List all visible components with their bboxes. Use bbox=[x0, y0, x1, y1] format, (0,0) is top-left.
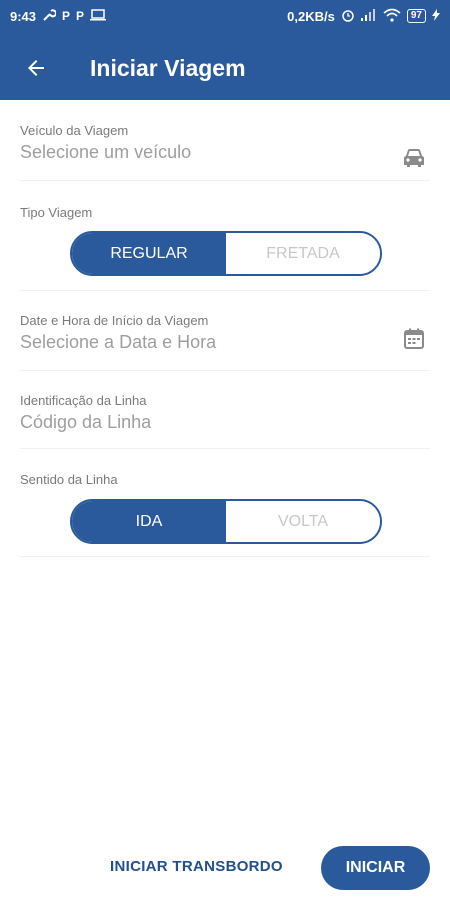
toolbar: Iniciar Viagem bbox=[0, 44, 450, 92]
arrow-back-icon bbox=[28, 60, 44, 76]
status-time: 9:43 bbox=[10, 8, 37, 24]
network-speed: 0,2KB/s bbox=[287, 8, 335, 24]
vehicle-label: Veículo da Viagem bbox=[20, 123, 129, 138]
battery-icon: 97 bbox=[406, 9, 426, 23]
start-button[interactable]: INICIAR bbox=[321, 846, 430, 890]
back-button[interactable] bbox=[12, 44, 60, 92]
parking-icon: P bbox=[62, 9, 71, 23]
line-id-input[interactable]: Código da Linha bbox=[20, 412, 430, 433]
charging-icon bbox=[432, 8, 440, 24]
datetime-label: Date e Hora de Início da Viagem bbox=[20, 313, 209, 328]
wifi-icon bbox=[383, 8, 401, 25]
direction-ida-option[interactable]: IDA bbox=[72, 501, 226, 542]
app-bar: 9:43 P P 0,2KB/s 97 Iniciar Viagem bbox=[0, 0, 450, 100]
line-id-label: Identificação da Linha bbox=[20, 393, 147, 408]
car-icon[interactable] bbox=[402, 147, 426, 174]
calendar-icon[interactable] bbox=[402, 327, 426, 356]
direction-volta-option[interactable]: VOLTA bbox=[226, 501, 380, 542]
start-transfer-button[interactable]: INICIAR TRANSBORDO bbox=[110, 858, 283, 875]
alarm-icon bbox=[341, 8, 355, 25]
wrench-icon bbox=[42, 8, 57, 25]
line-id-field[interactable]: Identificação da Linha Código da Linha bbox=[20, 393, 430, 433]
divider bbox=[20, 556, 430, 557]
status-bar: 9:43 P P 0,2KB/s 97 bbox=[0, 0, 450, 32]
direction-label: Sentido da Linha bbox=[20, 472, 118, 487]
vehicle-field[interactable]: Veículo da Viagem Selecione um veículo bbox=[20, 123, 430, 167]
trip-type-label: Tipo Viagem bbox=[20, 205, 93, 220]
direction-toggle: IDA VOLTA bbox=[70, 499, 382, 544]
datetime-field[interactable]: Date e Hora de Início da Viagem Selecion… bbox=[20, 313, 430, 353]
laptop-icon bbox=[90, 8, 107, 24]
trip-type-toggle: REGULAR FRETADA bbox=[70, 231, 382, 276]
divider bbox=[20, 180, 430, 181]
page-title: Iniciar Viagem bbox=[90, 54, 246, 81]
trip-type-group: Tipo Viagem bbox=[20, 205, 430, 220]
trip-type-regular-option[interactable]: REGULAR bbox=[72, 233, 226, 274]
divider bbox=[20, 370, 430, 371]
divider bbox=[20, 290, 430, 291]
signal-icon bbox=[360, 8, 377, 24]
divider bbox=[20, 448, 430, 449]
vehicle-placeholder[interactable]: Selecione um veículo bbox=[20, 142, 430, 163]
datetime-placeholder[interactable]: Selecione a Data e Hora bbox=[20, 332, 430, 353]
direction-group: Sentido da Linha bbox=[20, 472, 430, 487]
trip-type-fretada-option[interactable]: FRETADA bbox=[226, 233, 380, 274]
parking-icon: P bbox=[76, 9, 85, 23]
